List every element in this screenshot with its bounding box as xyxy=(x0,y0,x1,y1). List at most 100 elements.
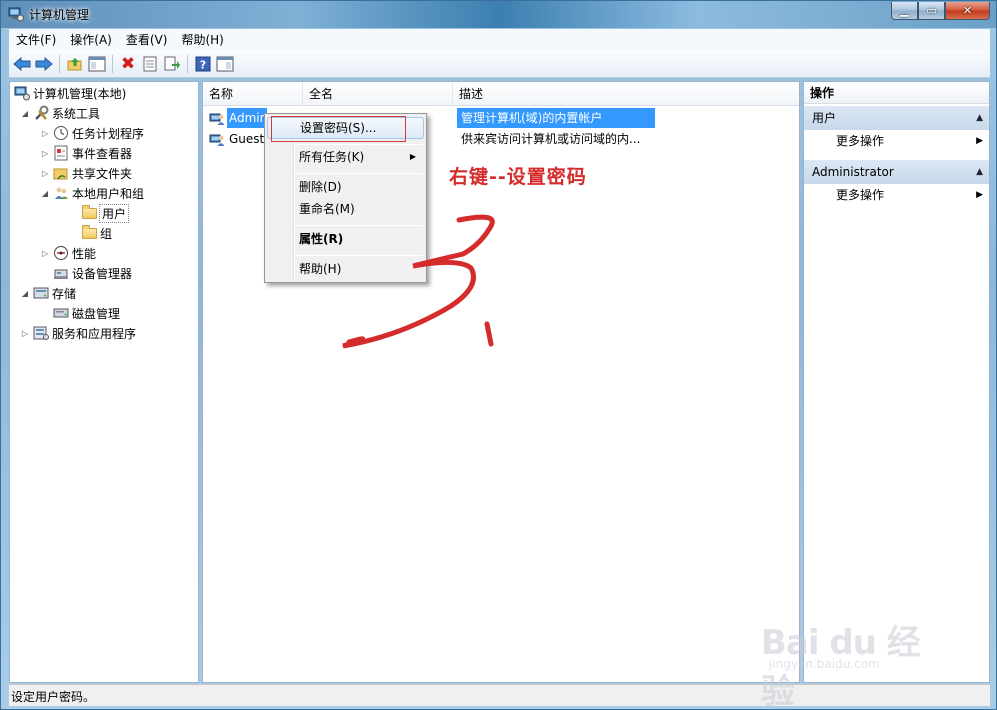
collapse-up-icon[interactable]: ▲ xyxy=(976,160,983,184)
minimize-button[interactable]: ▁ xyxy=(891,2,918,20)
tree-node[interactable]: 设备管理器 xyxy=(40,263,132,283)
tree-node[interactable]: ▷ 性能 xyxy=(40,243,96,263)
more-actions-administrator[interactable]: 更多操作 ▶ xyxy=(804,184,989,206)
tree-node-label: 组 xyxy=(100,226,113,241)
user-icon xyxy=(209,134,225,146)
handwritten-number-3-icon xyxy=(342,214,495,349)
menu-separator xyxy=(295,144,423,145)
column-header-description[interactable]: 描述 xyxy=(453,82,799,106)
maximize-button[interactable]: ▭ xyxy=(918,2,945,20)
tree-node[interactable]: ▷ 服务和应用程序 xyxy=(20,323,136,343)
action-group-users[interactable]: 用户 ▲ xyxy=(804,106,989,130)
tree-node-label: 任务计划程序 xyxy=(72,126,145,141)
tree-node[interactable]: 计算机管理(本地) xyxy=(14,83,126,103)
action-group-administrator[interactable]: Administrator ▲ xyxy=(804,160,989,184)
show-action-pane-icon[interactable] xyxy=(215,54,235,74)
baidu-watermark: Bai du 经验 jingyan.baidu.com xyxy=(761,601,941,710)
tree-node[interactable]: ▷ 任务计划程序 xyxy=(40,123,144,143)
help-icon[interactable]: ? xyxy=(193,54,213,74)
forward-icon[interactable] xyxy=(34,54,54,74)
row-description: 管理计算机(域)的内置帐户 xyxy=(457,108,655,128)
more-actions-users[interactable]: 更多操作 ▶ xyxy=(804,130,989,152)
tree-node-label: 计算机管理(本地) xyxy=(33,86,127,101)
annotation-text: 右键--设置密码 xyxy=(449,166,587,188)
user-icon xyxy=(209,113,225,125)
tree-node-label: 服务和应用程序 xyxy=(52,326,137,341)
tree-node-label: 用户 xyxy=(98,203,130,223)
tree-node[interactable]: 用户 xyxy=(68,203,130,223)
performance-icon xyxy=(53,245,69,261)
computer-management-window: 计算机管理 ▁ ▭ ✕ 文件(F) 操作(A) 查看(V) 帮助(H) ✖ ? … xyxy=(0,0,997,710)
tree-node-label: 设备管理器 xyxy=(72,266,133,281)
collapsed-arrow-icon[interactable]: ▷ xyxy=(20,329,30,338)
action-item-label: 更多操作 xyxy=(836,188,885,202)
window-title: 计算机管理 xyxy=(29,8,90,22)
tools-icon xyxy=(33,105,49,121)
toolbar: ✖ ? xyxy=(9,50,990,78)
actions-title: 操作 xyxy=(804,82,989,104)
collapsed-arrow-icon[interactable]: ▷ xyxy=(40,149,50,158)
annotation-highlight-box xyxy=(271,116,406,142)
event-viewer-icon xyxy=(53,145,69,161)
clock-icon xyxy=(53,125,69,141)
window-controls: ▁ ▭ ✕ xyxy=(891,2,990,20)
tree-node-label: 磁盘管理 xyxy=(72,306,121,321)
folder-icon xyxy=(81,224,97,241)
expanded-arrow-icon[interactable]: ◢ xyxy=(20,109,30,118)
tree-node[interactable]: ▷ 共享文件夹 xyxy=(40,163,132,183)
menu-file[interactable]: 文件(F) xyxy=(9,31,63,48)
toolbar-separator xyxy=(59,54,60,73)
svg-text:?: ? xyxy=(200,58,206,71)
row-name: Administrator xyxy=(227,108,267,128)
action-item-label: 更多操作 xyxy=(836,134,885,148)
menu-item-delete[interactable]: 删除(D) xyxy=(267,176,424,198)
column-header-fullname[interactable]: 全名 xyxy=(303,82,453,106)
tree-node[interactable]: ◢ 系统工具 xyxy=(20,103,100,123)
submenu-arrow-icon: ▶ xyxy=(976,136,983,146)
tree-node-label: 本地用户和组 xyxy=(72,186,145,201)
tree-node[interactable]: ▷ 事件查看器 xyxy=(40,143,132,163)
up-folder-icon[interactable] xyxy=(65,54,85,74)
tree-node[interactable]: 磁盘管理 xyxy=(40,303,120,323)
show-tree-icon[interactable] xyxy=(87,54,107,74)
computer-management-icon xyxy=(8,7,24,22)
delete-icon[interactable]: ✖ xyxy=(118,54,138,74)
tree-node-label: 存储 xyxy=(52,286,77,301)
menu-action[interactable]: 操作(A) xyxy=(63,31,119,48)
tree-node-label: 事件查看器 xyxy=(72,146,133,161)
folder-icon xyxy=(81,204,97,221)
submenu-arrow-icon: ▶ xyxy=(976,190,983,200)
menu-item-label: 所有任务(K) xyxy=(299,150,365,164)
device-manager-icon xyxy=(53,265,69,281)
properties-icon[interactable] xyxy=(140,54,160,74)
tree-node[interactable]: 组 xyxy=(68,223,112,243)
export-list-icon[interactable] xyxy=(162,54,182,74)
back-icon[interactable] xyxy=(12,54,32,74)
expanded-arrow-icon[interactable]: ◢ xyxy=(20,289,30,298)
tree-node[interactable]: ◢ 本地用户和组 xyxy=(40,183,144,203)
expanded-arrow-icon[interactable]: ◢ xyxy=(40,189,50,198)
services-icon xyxy=(33,325,49,341)
disk-icon xyxy=(53,305,69,321)
menu-bar: 文件(F) 操作(A) 查看(V) 帮助(H) xyxy=(9,29,990,50)
action-group-label: 用户 xyxy=(812,111,837,125)
collapsed-arrow-icon[interactable]: ▷ xyxy=(40,129,50,138)
tree-node-label: 系统工具 xyxy=(52,106,101,121)
watermark-sub: jingyan.baidu.com xyxy=(769,657,880,671)
menu-separator xyxy=(295,173,423,174)
title-bar[interactable]: 计算机管理 ▁ ▭ ✕ xyxy=(1,1,996,28)
close-button[interactable]: ✕ xyxy=(945,2,990,20)
submenu-arrow-icon: ▶ xyxy=(409,152,416,161)
menu-item-all-tasks[interactable]: 所有任务(K) ▶ xyxy=(267,146,424,168)
collapse-up-icon[interactable]: ▲ xyxy=(976,106,983,130)
computer-management-icon xyxy=(14,85,30,101)
console-tree[interactable]: 计算机管理(本地) ◢ 系统工具 ▷ 任务计划程序 ▷ 事件查看器 ▷ 共享文件夹 ◢ 本地用户和组… xyxy=(9,81,199,683)
collapsed-arrow-icon[interactable]: ▷ xyxy=(40,249,50,258)
tree-node-label: 共享文件夹 xyxy=(72,166,133,181)
column-header-name[interactable]: 名称 xyxy=(203,82,303,106)
menu-view[interactable]: 查看(V) xyxy=(119,31,175,48)
menu-help[interactable]: 帮助(H) xyxy=(174,31,230,48)
users-icon xyxy=(53,185,69,201)
tree-node[interactable]: ◢ 存储 xyxy=(20,283,76,303)
collapsed-arrow-icon[interactable]: ▷ xyxy=(40,169,50,178)
